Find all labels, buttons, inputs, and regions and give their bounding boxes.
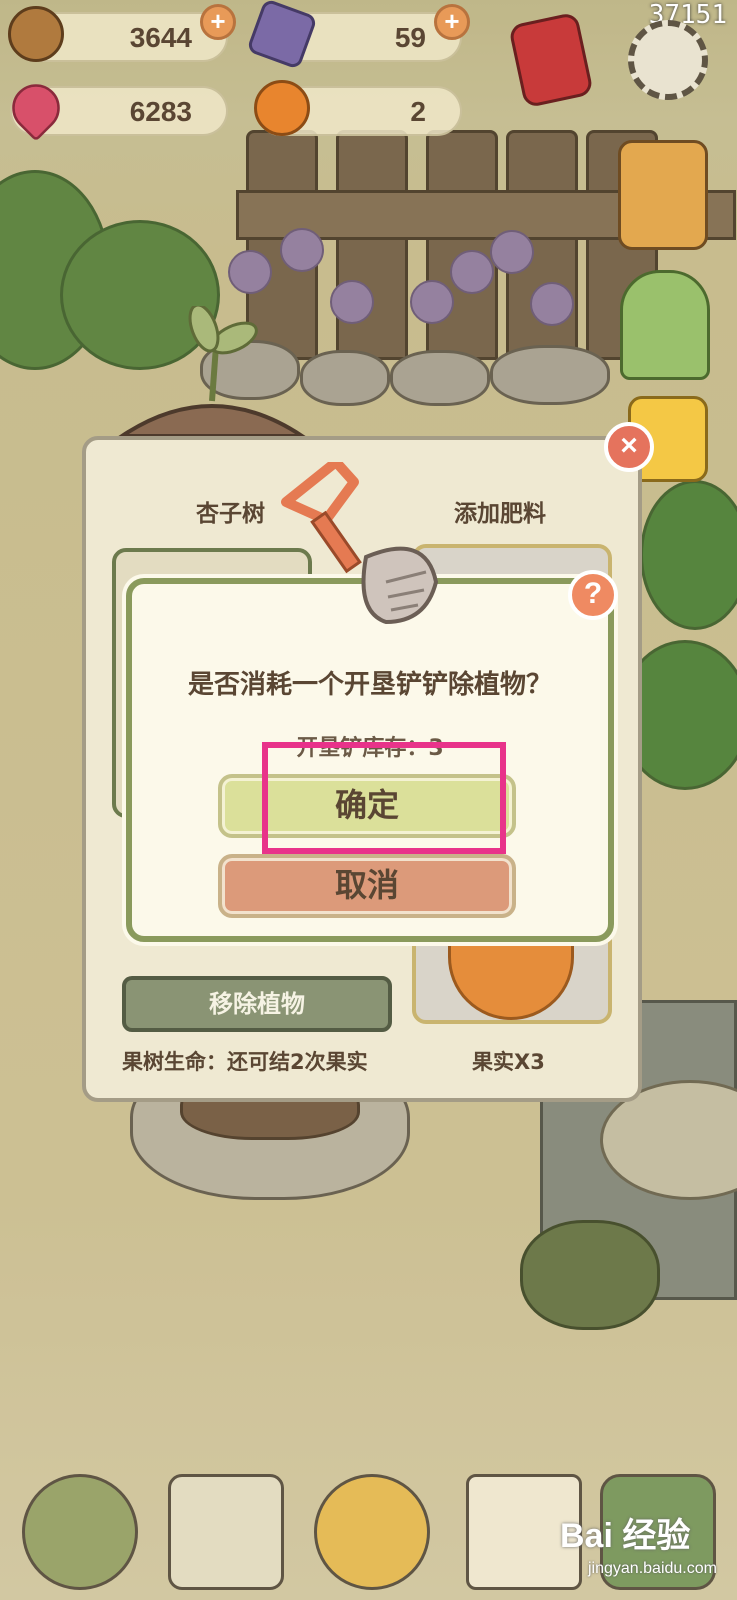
dialog-question: 是否消耗一个开垦铲铲除植物？ bbox=[187, 670, 552, 700]
balloons-gift-icon[interactable] bbox=[620, 270, 710, 380]
tree-title: 杏子树 bbox=[196, 501, 265, 527]
tree-life-text: 果树生命：还可结2次果实 bbox=[122, 1050, 368, 1074]
fruit-count-text: 果实X3 bbox=[472, 1050, 545, 1074]
help-icon[interactable]: ? bbox=[568, 570, 618, 620]
gear-icon[interactable] bbox=[628, 20, 708, 100]
fertilizer-title: 添加肥料 bbox=[454, 501, 546, 527]
cancel-button[interactable]: 取消 bbox=[218, 854, 516, 918]
add-acorns-button[interactable]: + bbox=[200, 4, 236, 40]
watermark-url: jingyan.baidu.com bbox=[588, 1560, 717, 1577]
gem-counter: 59 + bbox=[246, 0, 470, 70]
highlight-box bbox=[262, 742, 506, 854]
remove-plant-button[interactable]: 移除植物 bbox=[122, 976, 392, 1032]
heart-counter: 6283 bbox=[2, 74, 228, 142]
shovel-icon bbox=[281, 462, 439, 625]
watermark-logo: Bai 经验 bbox=[560, 1517, 691, 1555]
close-icon[interactable]: × bbox=[604, 422, 654, 472]
acorn-counter: 3644 + bbox=[8, 4, 236, 62]
acorn-icon bbox=[8, 6, 64, 62]
friends-nav-icon[interactable] bbox=[314, 1474, 430, 1590]
mail-nav-icon[interactable] bbox=[168, 1474, 284, 1590]
house-nav-icon[interactable] bbox=[22, 1474, 138, 1590]
orange-icon bbox=[254, 80, 310, 136]
sprout-icon bbox=[115, 306, 309, 438]
add-gems-button[interactable]: + bbox=[434, 4, 470, 40]
orange-counter: 2 bbox=[254, 80, 462, 136]
gift-sloth-icon[interactable] bbox=[618, 140, 708, 250]
